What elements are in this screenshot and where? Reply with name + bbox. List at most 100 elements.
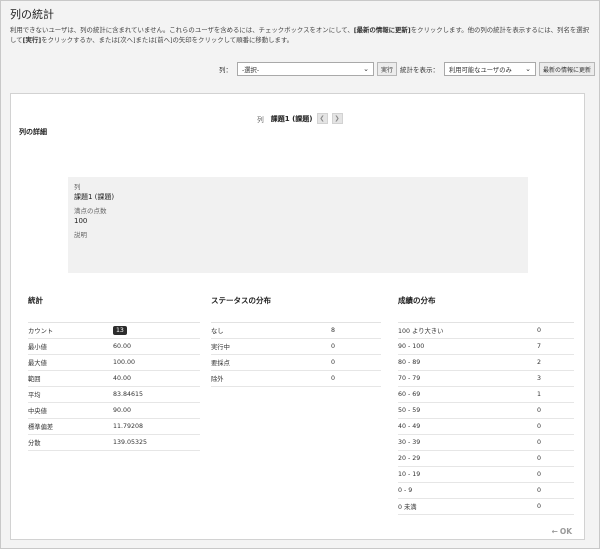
status-distribution-table: なし 8 実行中 0 要採点 0 除外 0 [211,322,381,387]
chevron-down-icon: ⌄ [363,65,369,73]
grade-count: 0 [537,471,542,478]
grade-range: 50 - 59 [398,407,421,414]
grade-range: 30 - 39 [398,439,421,446]
refresh-button[interactable]: 最新の情報に更新 [538,62,595,76]
stat-value: 100.00 [113,359,136,366]
grade-count: 0 [537,327,542,334]
grade-count: 0 [537,423,542,430]
grade-count: 2 [537,359,542,366]
instructions-text: 利用できないユーザは、列の統計に含まれていません。これらのユーザを含めるには、チ… [10,25,590,45]
grade-range: 70 - 79 [398,375,421,382]
chevron-left-icon[interactable]: ❮ [316,113,328,124]
stat-row: 中央値 90.00 [28,403,200,419]
grade-count: 0 [537,439,542,446]
grade-range: 90 - 100 [398,343,425,350]
status-row: 実行中 0 [211,339,381,355]
grade-row: 20 - 29 0 [398,451,574,467]
status-label: 実行中 [211,344,230,351]
grade-count: 3 [537,375,542,382]
stat-row: 分散 139.05325 [28,435,200,451]
stat-row: 平均 83.84615 [28,387,200,403]
status-label: なし [211,328,224,335]
column-navigator: 列 課題1 (課題) ❮ ❯ [257,113,343,124]
stat-label: 中央値 [28,408,47,415]
grade-count: 0 [537,487,542,494]
chevron-right-icon[interactable]: ❯ [331,113,343,124]
details-heading: 列の詳細 [19,128,47,136]
grade-range: 10 - 19 [398,471,421,478]
grade-row: 80 - 89 2 [398,355,574,371]
grade-row: 50 - 59 0 [398,403,574,419]
go-button[interactable]: 実行 [376,62,397,76]
status-row: 除外 0 [211,371,381,387]
grade-row: 70 - 79 3 [398,371,574,387]
grade-range: 0 - 9 [398,487,413,494]
grade-range: 100 より大きい [398,328,444,335]
stat-label: カウント [28,328,54,335]
instructions-part: をクリックするか、または[次へ]または[前へ]の矢印をクリックして順番に移動しま… [41,36,294,44]
status-label: 要採点 [211,360,230,367]
grade-row: 0 - 9 0 [398,483,574,499]
stat-label: 最小値 [28,344,47,351]
details-points-label: 満点の点数 [74,207,107,215]
grade-row: 30 - 39 0 [398,435,574,451]
grade-count: 1 [537,391,542,398]
grade-count: 0 [537,455,542,462]
grade-row: 0 未満 0 [398,499,574,515]
ok-button[interactable]: ← OK [552,527,572,536]
show-stats-label: 統計を表示： [399,66,439,74]
status-label: 除外 [211,376,224,383]
stat-label: 標準偏差 [28,424,54,431]
arrow-left-icon: ← [551,527,558,536]
status-distribution-heading: ステータスの分布 [211,296,271,305]
grade-distribution-table: 100 より大きい 0 90 - 100 7 80 - 89 2 70 - 79… [398,322,574,515]
status-value: 0 [331,343,336,350]
page-title: 列の統計 [10,8,54,21]
details-column-value: 課題1 (課題) [74,193,115,201]
users-filter-select[interactable]: 利用可能なユーザのみ ⌄ [443,62,536,76]
instructions-part-bold: [最新の情報に更新] [353,26,411,34]
status-value: 8 [331,327,336,334]
stat-value: 40.00 [113,375,132,382]
instructions-part: 利用できないユーザは、列の統計に含まれていません。これらのユーザを含めるには、チ… [10,26,354,34]
users-filter-value: 利用可能なユーザのみ [448,66,512,74]
details-description-label: 説明 [74,231,87,239]
grade-range: 0 未満 [398,504,417,511]
stat-label: 分散 [28,440,41,447]
grade-row: 90 - 100 7 [398,339,574,355]
stat-value: 90.00 [113,407,132,414]
stat-row: 最大値 100.00 [28,355,200,371]
statistics-section: 統計 カウント 13 最小値 60.00 最大値 100.00 範囲 40.00… [28,295,200,451]
statistics-heading: 統計 [28,296,43,305]
stat-row: 標準偏差 11.79208 [28,419,200,435]
grade-row: 40 - 49 0 [398,419,574,435]
details-column-label: 列 [74,183,81,191]
stat-value: 139.05325 [113,439,148,446]
column-select-value: -選択- [241,66,260,74]
nav-column-name: 課題1 (課題) [270,114,313,123]
status-row: なし 8 [211,323,381,339]
grade-count: 7 [537,343,542,350]
grade-distribution-section: 成績の分布 100 より大きい 0 90 - 100 7 80 - 89 2 7… [398,295,574,515]
grade-row: 10 - 19 0 [398,467,574,483]
grade-count: 0 [537,503,542,510]
stat-label: 平均 [28,392,41,399]
grade-range: 80 - 89 [398,359,421,366]
details-points-value: 100 [74,217,88,225]
grade-count: 0 [537,407,542,414]
stat-row: 範囲 40.00 [28,371,200,387]
stat-row: カウント 13 [28,323,200,339]
column-select[interactable]: -選択- ⌄ [236,62,374,76]
status-value: 0 [331,359,336,366]
stat-value: 60.00 [113,343,132,350]
grade-range: 40 - 49 [398,423,421,430]
status-value: 0 [331,375,336,382]
ok-label: OK [559,527,572,536]
grade-distribution-heading: 成績の分布 [398,296,436,305]
stat-value: 11.79208 [113,423,144,430]
stat-row: 最小値 60.00 [28,339,200,355]
count-badge: 13 [113,326,127,335]
grade-range: 60 - 69 [398,391,421,398]
instructions-part-bold: [実行] [22,36,42,44]
stat-value: 83.84615 [113,391,144,398]
